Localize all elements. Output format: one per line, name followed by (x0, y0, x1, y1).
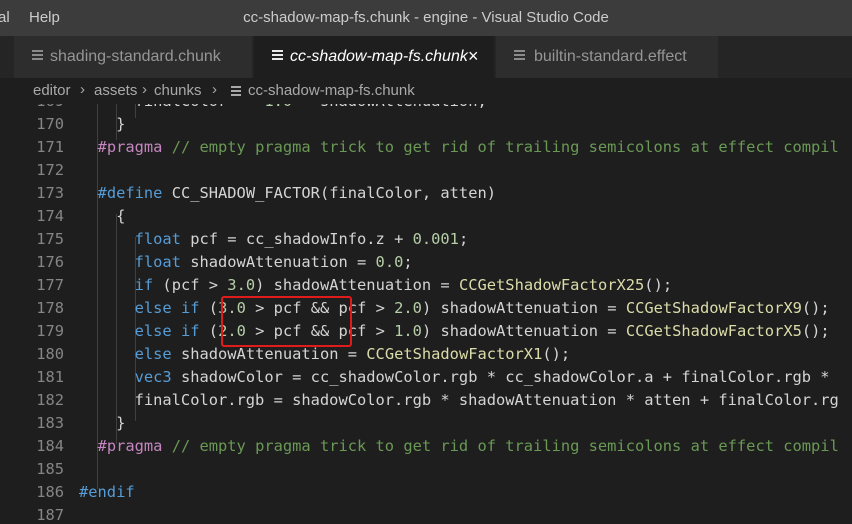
line-code: #define CC_SHADOW_FACTOR(finalColor, att… (97, 184, 496, 202)
line-code: float shadowAttenuation = 0.0; (134, 253, 413, 271)
code-line[interactable]: 171 #pragma // empty pragma trick to get… (0, 138, 852, 161)
line-code: #pragma // empty pragma trick to get rid… (97, 437, 839, 455)
chevron-right-icon: › (80, 81, 85, 98)
line-number: 173 (36, 184, 64, 202)
tab-label: shading-standard.chunk (50, 48, 221, 65)
code-line[interactable]: 180 else shadowAttenuation = CCGetShadow… (0, 345, 852, 368)
line-number: 179 (36, 322, 64, 340)
breadcrumb: editor › assets › chunks › cc-shadow-map… (0, 78, 852, 104)
file-lines-icon (272, 50, 283, 63)
tab-cc-shadow-map-fs[interactable]: cc-shadow-map-fs.chunk × (254, 36, 494, 78)
code-line[interactable]: 178 else if (3.0 > pcf && pcf > 2.0) sha… (0, 299, 852, 322)
line-number: 170 (36, 115, 64, 133)
file-lines-icon (32, 50, 43, 63)
line-code: vec3 shadowColor = cc_shadowColor.rgb * … (134, 368, 830, 386)
line-number: 187 (36, 506, 64, 524)
code-line[interactable]: 183 } (0, 414, 852, 437)
line-code: else if (2.0 > pcf && pcf > 1.0) shadowA… (134, 322, 830, 340)
line-number: 176 (36, 253, 64, 271)
file-lines-icon (231, 86, 241, 98)
line-code: finalColor.rgb = shadowColor.rgb * shado… (79, 391, 839, 409)
line-code: if (pcf > 3.0) shadowAttenuation = CCGet… (134, 276, 673, 294)
chevron-right-icon: › (142, 81, 147, 98)
title-bar: al Help cc-shadow-map-fs.chunk - engine … (0, 0, 852, 36)
line-number: 177 (36, 276, 64, 294)
code-line[interactable]: 186 #endif (0, 483, 852, 506)
line-number: 183 (36, 414, 64, 432)
line-number: 185 (36, 460, 64, 478)
code-editor[interactable]: 169 finalColor *= 1.0 - shadowAttenuatio… (0, 104, 852, 524)
code-line[interactable]: 169 finalColor *= 1.0 - shadowAttenuatio… (0, 104, 852, 115)
code-line[interactable]: 177 if (pcf > 3.0) shadowAttenuation = C… (0, 276, 852, 299)
line-code: #endif (79, 483, 135, 501)
line-code: #pragma // empty pragma trick to get rid… (97, 138, 839, 156)
tab-label: builtin-standard.effect (534, 48, 687, 65)
window-title: cc-shadow-map-fs.chunk - engine - Visual… (243, 9, 609, 26)
line-code: else if (3.0 > pcf && pcf > 2.0) shadowA… (134, 299, 830, 317)
code-line[interactable]: 179 else if (2.0 > pcf && pcf > 1.0) sha… (0, 322, 852, 345)
line-number: 174 (36, 207, 64, 225)
line-number: 172 (36, 161, 64, 179)
line-number: 178 (36, 299, 64, 317)
breadcrumb-item-assets[interactable]: assets (94, 82, 137, 99)
close-icon[interactable]: × (468, 46, 479, 67)
line-code: float pcf = cc_shadowInfo.z + 0.001; (134, 230, 469, 248)
code-line[interactable]: 181 vec3 shadowColor = cc_shadowColor.rg… (0, 368, 852, 391)
line-number: 182 (36, 391, 64, 409)
chevron-right-icon: › (212, 81, 217, 98)
line-number: 184 (36, 437, 64, 455)
line-number: 180 (36, 345, 64, 363)
line-number: 175 (36, 230, 64, 248)
code-line[interactable]: 174 { (0, 207, 852, 230)
tab-shading-standard[interactable]: shading-standard.chunk (14, 36, 252, 78)
code-line[interactable]: 187 (0, 506, 852, 524)
code-line[interactable]: 172 (0, 161, 852, 184)
code-line[interactable]: 173 #define CC_SHADOW_FACTOR(finalColor,… (0, 184, 852, 207)
code-line[interactable]: 184 #pragma // empty pragma trick to get… (0, 437, 852, 460)
line-code: } (79, 414, 126, 432)
tab-label: cc-shadow-map-fs.chunk (290, 48, 468, 65)
line-number: 186 (36, 483, 64, 501)
line-number: 171 (36, 138, 64, 156)
breadcrumb-item-chunks[interactable]: chunks (154, 82, 202, 99)
breadcrumb-item-file[interactable]: cc-shadow-map-fs.chunk (248, 82, 415, 99)
line-number: 181 (36, 368, 64, 386)
line-code: finalColor *= 1.0 - shadowAttenuation; (79, 104, 487, 110)
code-line[interactable]: 182 finalColor.rgb = shadowColor.rgb * s… (0, 391, 852, 414)
highlight-annotation (221, 296, 352, 347)
code-line[interactable]: 176 float shadowAttenuation = 0.0; (0, 253, 852, 276)
code-line[interactable]: 175 float pcf = cc_shadowInfo.z + 0.001; (0, 230, 852, 253)
line-code: else shadowAttenuation = CCGetShadowFact… (134, 345, 571, 363)
tab-bar: shading-standard.chunk cc-shadow-map-fs.… (0, 36, 852, 78)
line-code: } (79, 115, 126, 133)
breadcrumb-item-editor[interactable]: editor (33, 82, 71, 99)
file-lines-icon (514, 50, 525, 63)
code-line[interactable]: 185 (0, 460, 852, 483)
tab-builtin-standard[interactable]: builtin-standard.effect (496, 36, 718, 78)
code-line[interactable]: 170 } (0, 115, 852, 138)
line-code: { (79, 207, 126, 225)
line-number: 169 (0, 104, 64, 110)
